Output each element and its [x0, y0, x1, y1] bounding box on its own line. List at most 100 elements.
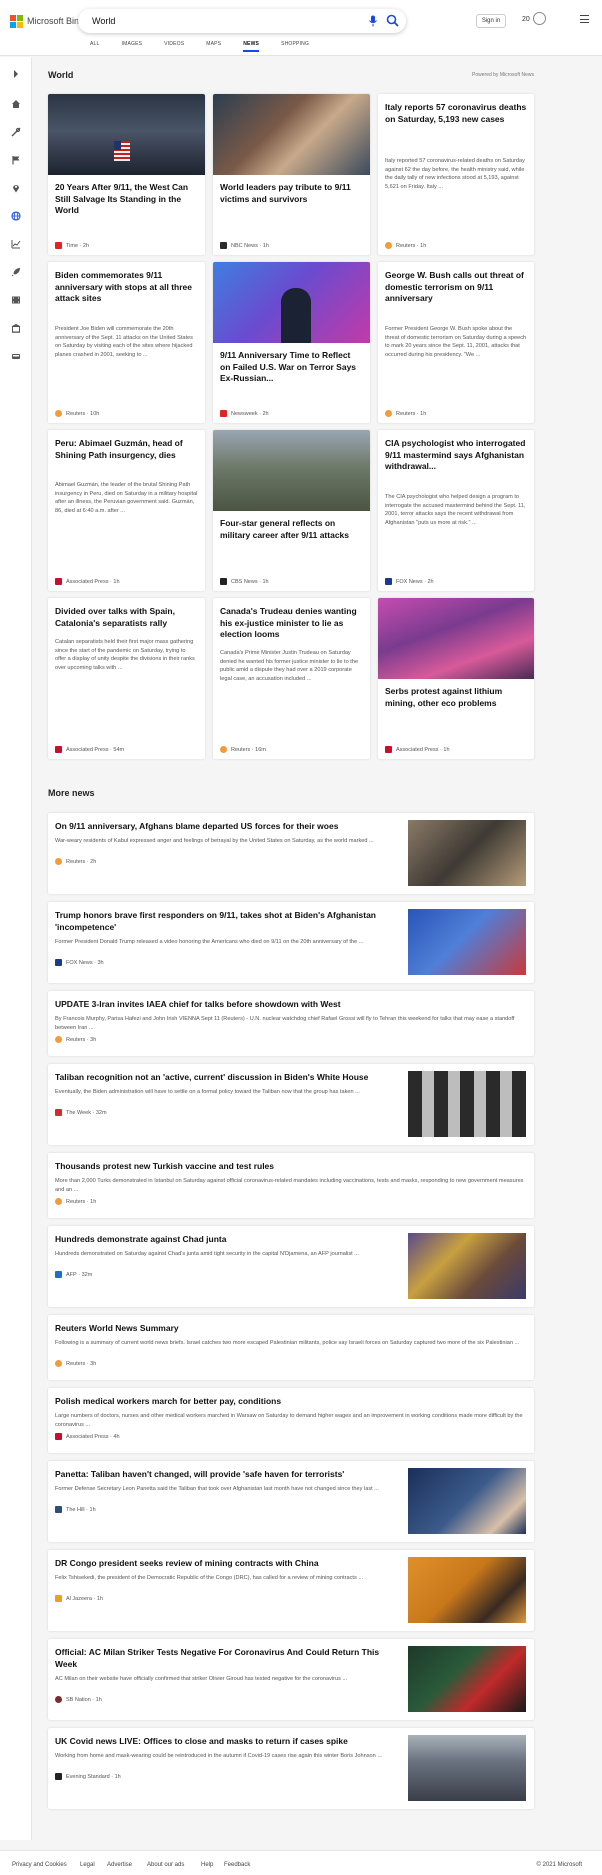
item-title[interactable]: Thousands protest new Turkish vaccine an… — [55, 1161, 526, 1173]
chart-icon[interactable] — [11, 239, 21, 249]
source-name: The Hill — [66, 1506, 85, 1513]
footer-link-feedback[interactable]: Feedback — [224, 1862, 250, 1868]
tab-videos[interactable]: VIDEOS — [164, 41, 184, 52]
card-source: CBS News · 1h — [220, 578, 269, 585]
footer-link-privacy[interactable]: Privacy and Cookies — [12, 1862, 67, 1868]
item-title[interactable]: On 9/11 anniversary, Afghans blame depar… — [55, 821, 394, 833]
rewards-trophy-icon[interactable] — [533, 12, 546, 25]
news-list-item[interactable]: Taliban recognition not an 'active, curr… — [48, 1064, 534, 1145]
card-title[interactable]: Italy reports 57 coronavirus deaths on S… — [385, 102, 527, 125]
news-card[interactable]: Serbs protest against lithium mining, ot… — [378, 598, 534, 759]
rewards-count[interactable]: 20 — [522, 16, 530, 23]
item-image — [408, 1735, 526, 1801]
item-title[interactable]: Panetta: Taliban haven't changed, will p… — [55, 1469, 394, 1481]
item-title[interactable]: Reuters World News Summary — [55, 1323, 526, 1335]
item-title[interactable]: DR Congo president seeks review of minin… — [55, 1558, 394, 1570]
news-card[interactable]: 20 Years After 9/11, the West Can Still … — [48, 94, 205, 255]
microphone-icon[interactable] — [368, 15, 378, 27]
card-title[interactable]: CIA psychologist who interrogated 9/11 m… — [385, 438, 527, 473]
bing-logo[interactable]: Microsoft Bing — [10, 14, 84, 28]
news-list-item[interactable]: Thousands protest new Turkish vaccine an… — [48, 1153, 534, 1218]
news-list-item[interactable]: Trump honors brave first responders on 9… — [48, 902, 534, 983]
news-list-item[interactable]: DR Congo president seeks review of minin… — [48, 1550, 534, 1631]
source-time: 1h — [90, 1198, 97, 1205]
source-time: 2h — [90, 858, 97, 865]
item-source: Reuters · 2h — [55, 858, 96, 865]
card-title[interactable]: Serbs protest against lithium mining, ot… — [385, 686, 527, 709]
item-title[interactable]: Polish medical workers march for better … — [55, 1396, 526, 1408]
item-image — [408, 820, 526, 886]
card-source: Reuters · 1h — [385, 242, 426, 249]
tab-images[interactable]: IMAGES — [122, 41, 143, 52]
news-card[interactable]: Italy reports 57 coronavirus deaths on S… — [378, 94, 534, 255]
news-card[interactable]: World leaders pay tribute to 9/11 victim… — [213, 94, 370, 255]
car-icon[interactable] — [11, 351, 21, 361]
news-list-item[interactable]: Hundreds demonstrate against Chad junta … — [48, 1226, 534, 1307]
search-icon[interactable] — [386, 14, 399, 27]
tab-all[interactable]: ALL — [90, 41, 100, 52]
card-source: Reuters · 16m — [220, 746, 266, 753]
chevron-right-icon[interactable] — [11, 69, 21, 79]
news-list-item[interactable]: Official: AC Milan Striker Tests Negativ… — [48, 1639, 534, 1720]
card-title[interactable]: Four-star general reflects on military c… — [220, 518, 363, 541]
footer-link-legal[interactable]: Legal — [80, 1862, 95, 1868]
ap-logo-icon — [55, 1433, 62, 1440]
search-input[interactable] — [92, 13, 342, 29]
reuters-logo-icon — [55, 1360, 62, 1367]
search-tabs: ALL IMAGES VIDEOS MAPS NEWS SHOPPING — [90, 41, 331, 52]
card-title[interactable]: Biden commemorates 9/11 anniversary with… — [55, 270, 198, 305]
card-title[interactable]: 20 Years After 9/11, the West Can Still … — [55, 182, 198, 217]
news-card[interactable]: Divided over talks with Spain, Catalonia… — [48, 598, 205, 759]
film-icon[interactable] — [11, 295, 21, 305]
news-list-item[interactable]: UPDATE 3-Iran invites IAEA chief for tal… — [48, 991, 534, 1056]
card-title[interactable]: Canada's Trudeau denies wanting his ex-j… — [220, 606, 363, 641]
source-time: 1h — [89, 1506, 96, 1513]
news-list-item[interactable]: UK Covid news LIVE: Offices to close and… — [48, 1728, 534, 1809]
footer-link-advertise[interactable]: Advertise — [107, 1862, 132, 1868]
search-box[interactable] — [78, 9, 406, 33]
news-card[interactable]: CIA psychologist who interrogated 9/11 m… — [378, 430, 534, 591]
item-title[interactable]: UK Covid news LIVE: Offices to close and… — [55, 1736, 394, 1748]
item-title[interactable]: Hundreds demonstrate against Chad junta — [55, 1234, 394, 1246]
tools-icon[interactable] — [11, 127, 21, 137]
card-title[interactable]: George W. Bush calls out threat of domes… — [385, 270, 527, 305]
news-list-item[interactable]: Panetta: Taliban haven't changed, will p… — [48, 1461, 534, 1542]
news-card[interactable]: George W. Bush calls out threat of domes… — [378, 262, 534, 423]
card-title[interactable]: World leaders pay tribute to 9/11 victim… — [220, 182, 363, 205]
news-list-item[interactable]: On 9/11 anniversary, Afghans blame depar… — [48, 813, 534, 894]
item-title[interactable]: Taliban recognition not an 'active, curr… — [55, 1072, 394, 1084]
flag-icon[interactable] — [11, 155, 21, 165]
footer-link-about-ads[interactable]: About our ads — [147, 1862, 184, 1868]
source-time: 1h — [95, 1696, 102, 1703]
location-pin-icon[interactable] — [11, 183, 21, 193]
item-image — [408, 1233, 526, 1299]
item-title[interactable]: Trump honors brave first responders on 9… — [55, 910, 394, 933]
footer-link-help[interactable]: Help — [201, 1862, 213, 1868]
hamburger-menu-icon[interactable] — [580, 15, 589, 23]
tab-maps[interactable]: MAPS — [206, 41, 221, 52]
tab-shopping[interactable]: SHOPPING — [281, 41, 309, 52]
card-source: Associated Press · 1h — [55, 578, 120, 585]
card-title[interactable]: Divided over talks with Spain, Catalonia… — [55, 606, 198, 629]
source-name: Reuters — [66, 858, 86, 865]
news-card[interactable]: Peru: Abimael Guzmán, head of Shining Pa… — [48, 430, 205, 591]
rocket-icon[interactable] — [11, 267, 21, 277]
item-title[interactable]: UPDATE 3-Iran invites IAEA chief for tal… — [55, 999, 526, 1011]
tab-news[interactable]: NEWS — [243, 41, 260, 52]
source-time: 1h — [262, 578, 269, 585]
item-title[interactable]: Official: AC Milan Striker Tests Negativ… — [55, 1647, 394, 1670]
item-image — [408, 1071, 526, 1137]
card-title[interactable]: 9/11 Anniversary Time to Reflect on Fail… — [220, 350, 363, 385]
globe-icon[interactable] — [11, 211, 21, 221]
card-title[interactable]: Peru: Abimael Guzmán, head of Shining Pa… — [55, 438, 198, 461]
news-card[interactable]: Canada's Trudeau denies wanting his ex-j… — [213, 598, 370, 759]
home-icon[interactable] — [11, 99, 21, 109]
news-card[interactable]: Biden commemorates 9/11 anniversary with… — [48, 262, 205, 423]
item-source: Reuters · 1h — [55, 1198, 96, 1205]
building-icon[interactable] — [11, 323, 21, 333]
news-list-item[interactable]: Polish medical workers march for better … — [48, 1388, 534, 1453]
news-card[interactable]: 9/11 Anniversary Time to Reflect on Fail… — [213, 262, 370, 423]
news-card[interactable]: Four-star general reflects on military c… — [213, 430, 370, 591]
news-list-item[interactable]: Reuters World News Summary Following is … — [48, 1315, 534, 1380]
sign-in-button[interactable]: Sign in — [476, 14, 506, 28]
